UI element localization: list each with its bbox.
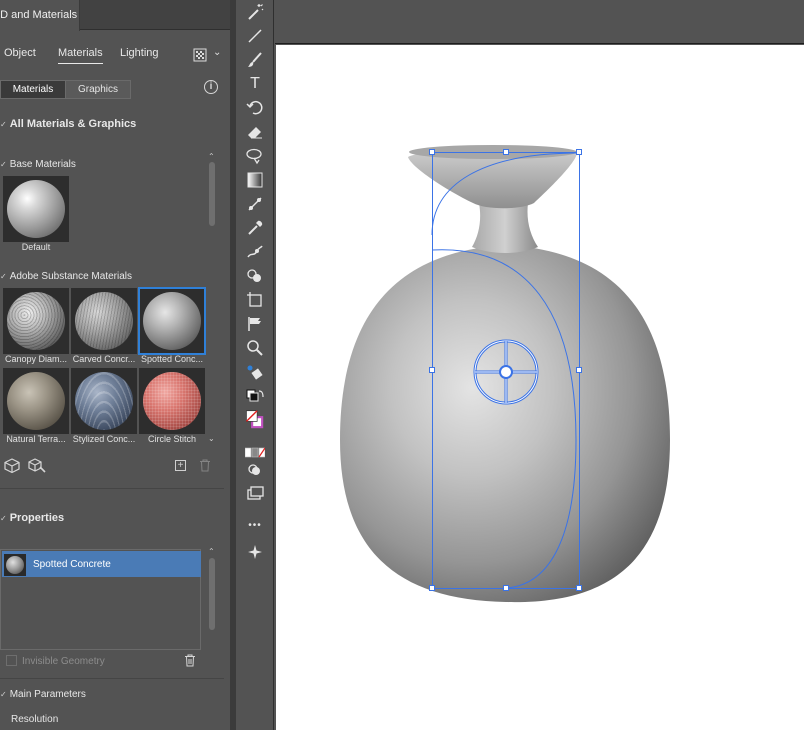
gradient-icon[interactable] <box>245 170 265 190</box>
material-label: Natural Terra... <box>6 434 66 444</box>
eraser-icon[interactable] <box>245 122 265 142</box>
tools-toolbar: T ••• <box>236 0 274 730</box>
properties-material-name: Spotted Concrete <box>33 559 111 570</box>
scroll-up-icon[interactable]: ⌃ <box>208 547 215 556</box>
material-label: Carved Concr... <box>72 354 136 364</box>
section-divider <box>0 678 224 679</box>
material-thumb-spotted-concrete[interactable] <box>138 287 206 355</box>
material-label: Default <box>21 242 51 252</box>
render-settings-icon[interactable] <box>193 48 207 62</box>
material-label: Stylized Conc... <box>72 434 136 444</box>
properties-label: Properties <box>9 512 65 524</box>
material-label: Spotted Conc... <box>140 354 204 364</box>
all-materials-heading[interactable]: ✓ All Materials & Graphics <box>0 118 136 130</box>
resolution-label: Resolution <box>11 714 59 725</box>
substance-materials-heading[interactable]: ✓ Adobe Substance Materials <box>0 271 132 282</box>
more-tools-icon[interactable]: ••• <box>245 516 265 536</box>
brush-icon[interactable] <box>245 50 265 70</box>
carved-texture <box>75 292 133 350</box>
vase-neck <box>472 203 538 253</box>
artboard-icon[interactable] <box>245 290 265 310</box>
edit-toolbar-icon[interactable] <box>245 362 265 382</box>
info-icon[interactable]: i <box>204 80 218 94</box>
base-materials-label: Base Materials <box>9 159 76 170</box>
artboard[interactable] <box>276 45 804 730</box>
blend-icon[interactable] <box>245 194 265 214</box>
draw-mode-icon[interactable] <box>245 460 265 480</box>
vase-body <box>340 245 670 603</box>
material-thumb-stylized-concrete[interactable] <box>71 368 137 434</box>
3d-materials-panel: 3D and Materials Object Materials Lighti… <box>0 0 230 730</box>
materials-scrollbar[interactable] <box>209 162 215 226</box>
material-thumb-canopy-diamond[interactable] <box>3 288 69 354</box>
base-materials-heading[interactable]: ✓ Base Materials <box>0 159 76 170</box>
chevron-down-icon: ✓ <box>0 272 7 281</box>
stitch-texture <box>143 372 201 430</box>
swap-colors-icon[interactable] <box>245 388 265 408</box>
magic-wand-icon[interactable] <box>245 2 265 22</box>
properties-list: Spotted Concrete <box>0 549 201 650</box>
default-sphere-icon <box>7 180 65 238</box>
eyedropper-icon[interactable] <box>245 218 265 238</box>
tab-materials[interactable]: Materials <box>58 47 103 64</box>
properties-heading[interactable]: ✓ Properties <box>0 512 64 524</box>
material-thumb-default[interactable] <box>3 176 69 242</box>
main-parameters-label: Main Parameters <box>9 689 86 700</box>
invisible-geometry-checkbox[interactable] <box>6 655 17 666</box>
zoom-icon[interactable] <box>245 338 265 358</box>
vase-3d-object[interactable] <box>276 45 804 730</box>
line-icon[interactable] <box>245 26 265 46</box>
trash-icon[interactable] <box>184 654 196 667</box>
edit-material-icon[interactable] <box>27 458 47 474</box>
spotted-concrete-sphere-icon <box>4 554 26 576</box>
panel-tab-bar: 3D and Materials <box>0 0 230 31</box>
chevron-down-icon: ✓ <box>0 160 7 169</box>
scroll-up-icon[interactable]: ⌃ <box>208 152 215 161</box>
chevron-down-icon: ✓ <box>0 120 7 129</box>
color-mode-icon[interactable] <box>244 443 266 458</box>
section-divider <box>0 488 224 489</box>
type-tool-icon[interactable]: T <box>245 74 265 94</box>
scroll-down-icon[interactable]: ⌄ <box>208 434 215 443</box>
invisible-geometry-label: Invisible Geometry <box>22 656 105 667</box>
chevron-down-icon: ✓ <box>0 514 7 523</box>
screen-mode-icon[interactable] <box>245 484 265 504</box>
spotted-concrete-sphere-icon <box>143 292 201 350</box>
segment-graphics[interactable]: Graphics <box>65 80 131 99</box>
properties-scrollbar[interactable] <box>209 558 215 630</box>
apply-material-icon[interactable] <box>3 458 21 474</box>
shape-builder-icon[interactable] <box>245 266 265 286</box>
stylized-texture <box>75 372 133 430</box>
lasso-icon[interactable] <box>245 146 265 166</box>
main-parameters-heading[interactable]: ✓ Main Parameters <box>0 689 86 700</box>
material-thumb-natural-terrazzo[interactable] <box>3 368 69 434</box>
substance-materials-label: Adobe Substance Materials <box>9 271 132 282</box>
tab-object[interactable]: Object <box>4 47 36 59</box>
graph-icon[interactable] <box>245 314 265 334</box>
material-thumb-carved-concrete[interactable] <box>71 288 137 354</box>
material-label: Circle Stitch <box>147 434 196 444</box>
panel-title-tab[interactable]: 3D and Materials <box>0 0 80 31</box>
material-label: Canopy Diam... <box>4 354 68 364</box>
rotate-3d-widget <box>473 339 539 405</box>
all-materials-label: All Materials & Graphics <box>9 118 137 130</box>
puppet-warp-icon[interactable] <box>245 242 265 262</box>
material-thumb-circle-stitch[interactable] <box>139 368 205 434</box>
natural-terrazzo-sphere-icon <box>7 372 65 430</box>
sparkle-icon[interactable] <box>245 542 265 562</box>
chevron-down-icon: ✓ <box>0 690 7 699</box>
rotate-icon[interactable] <box>245 98 265 118</box>
chevron-down-icon[interactable]: ⌄ <box>213 47 221 58</box>
canopy-texture <box>7 292 65 350</box>
canvas-pasteboard <box>275 0 804 44</box>
add-material-icon[interactable]: + <box>175 460 186 471</box>
delete-material-icon[interactable] <box>199 459 211 472</box>
properties-selected-row[interactable]: Spotted Concrete <box>2 551 201 577</box>
tab-lighting[interactable]: Lighting <box>120 47 159 59</box>
fill-stroke-icon[interactable] <box>245 410 271 438</box>
segment-materials[interactable]: Materials <box>0 80 66 99</box>
